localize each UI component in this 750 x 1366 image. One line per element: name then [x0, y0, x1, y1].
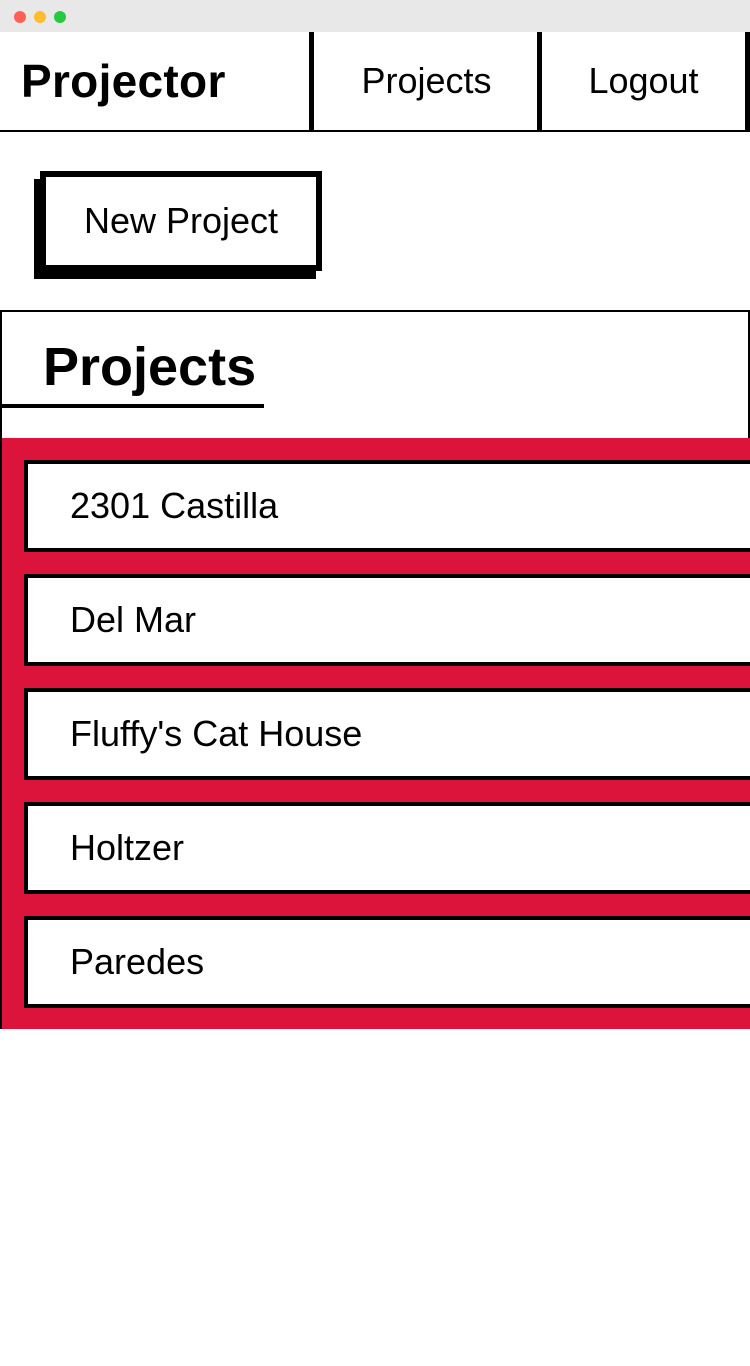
nav-link-logout[interactable]: Logout — [537, 32, 750, 130]
project-list-item[interactable]: 2301 Castilla — [24, 460, 750, 552]
projects-panel: Projects 2301 Castilla Del Mar Fluffy's … — [0, 310, 750, 1029]
heading-underline — [2, 404, 264, 408]
window-maximize-button[interactable] — [54, 11, 66, 23]
project-list-item[interactable]: Fluffy's Cat House — [24, 688, 750, 780]
brand-logo-text[interactable]: Projector — [21, 54, 226, 108]
project-list-item[interactable]: Paredes — [24, 916, 750, 1008]
project-list-item[interactable]: Del Mar — [24, 574, 750, 666]
projects-heading: Projects — [43, 337, 257, 397]
new-project-button[interactable]: New Project — [40, 171, 322, 271]
project-list-item[interactable]: Holtzer — [24, 802, 750, 894]
window-close-button[interactable] — [14, 11, 26, 23]
window-minimize-button[interactable] — [34, 11, 46, 23]
nav-link-projects[interactable]: Projects — [309, 32, 539, 130]
window-titlebar — [0, 0, 750, 32]
new-project-button-wrapper: New Project — [34, 171, 322, 279]
projects-list: 2301 Castilla Del Mar Fluffy's Cat House… — [2, 438, 750, 1029]
top-navbar: Projector Projects Logout — [0, 32, 750, 132]
